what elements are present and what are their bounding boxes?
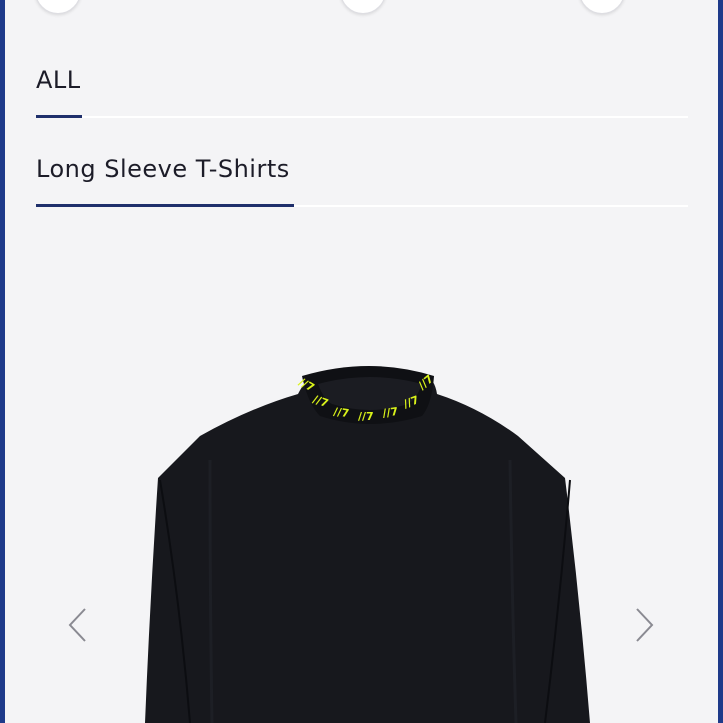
carousel-next-button[interactable] [633, 607, 655, 643]
breadcrumb-category-underline [36, 204, 688, 207]
black-long-sleeve-tshirt-image: //7 //7 //7 //7 //7 //7 //7 [145, 366, 590, 723]
breadcrumb-category-active-indicator [36, 204, 294, 207]
chevron-right-icon [636, 608, 654, 642]
svg-text://7: //7 [382, 405, 399, 420]
breadcrumb-all-underline [36, 115, 688, 118]
breadcrumb-long-sleeve-tshirts[interactable]: Long Sleeve T-Shirts [36, 155, 290, 183]
top-circle-button-1[interactable] [35, 0, 81, 14]
breadcrumb-all-active-indicator [36, 115, 82, 118]
svg-text://7: //7 [333, 405, 350, 420]
svg-text://7: //7 [358, 410, 374, 423]
carousel-prev-button[interactable] [67, 607, 89, 643]
page-panel: ALL Long Sleeve T-Shirts //7 //7 //7 //7… [5, 0, 718, 723]
product-image[interactable]: //7 //7 //7 //7 //7 //7 //7 [140, 360, 590, 723]
top-circle-button-3[interactable] [579, 0, 625, 14]
chevron-left-icon [68, 608, 86, 642]
breadcrumb-all[interactable]: ALL [36, 66, 81, 94]
top-circle-button-2[interactable] [340, 0, 386, 14]
